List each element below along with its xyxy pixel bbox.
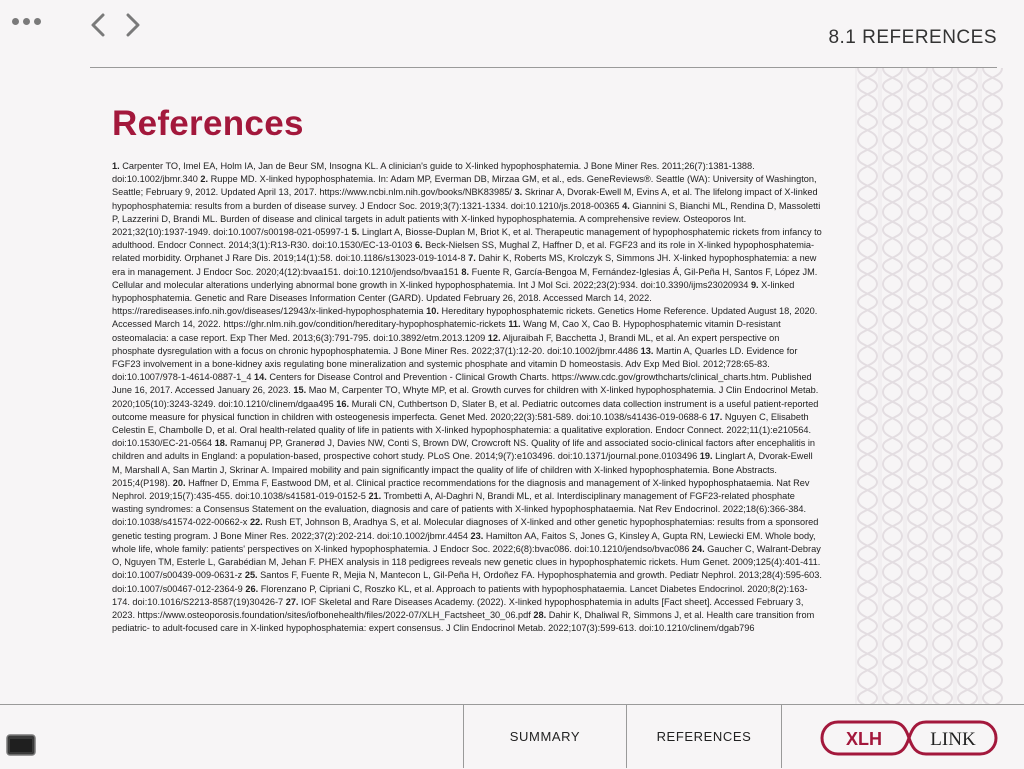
- bottom-divider: [781, 704, 782, 768]
- reference-number: 23.: [470, 530, 484, 541]
- screen-icon[interactable]: [6, 734, 36, 756]
- reference-number: 27.: [285, 596, 299, 607]
- xlh-link-logo: XLH LINK: [820, 720, 998, 756]
- chevron-left-icon[interactable]: [88, 12, 110, 38]
- logo-text-left: XLH: [846, 729, 882, 749]
- reference-number: 9.: [750, 279, 759, 290]
- chevron-right-icon[interactable]: [121, 12, 143, 38]
- reference-number: 2.: [200, 174, 209, 185]
- reference-number: 17.: [709, 411, 723, 422]
- reference-number: 22.: [249, 517, 263, 528]
- top-bar: 8.1 REFERENCES: [0, 0, 1024, 68]
- reference-number: 13.: [640, 345, 654, 356]
- reference-number: 10.: [426, 306, 439, 317]
- reference-number: 11.: [508, 319, 521, 330]
- reference-number: 8.: [461, 266, 470, 277]
- summary-button[interactable]: SUMMARY: [464, 704, 626, 768]
- reference-number: 25.: [244, 570, 258, 581]
- logo-text-right: LINK: [930, 729, 976, 750]
- references-list: 1. Carpenter TO, Imel EA, Holm IA, Jan d…: [112, 160, 824, 635]
- main-content: References 1. Carpenter TO, Imel EA, Hol…: [112, 104, 824, 635]
- reference-number: 3.: [514, 187, 523, 198]
- reference-number: 12.: [487, 332, 501, 343]
- dot: [12, 18, 19, 25]
- reference-number: 20.: [172, 477, 186, 488]
- reference-number: 26.: [245, 583, 259, 594]
- reference-number: 6.: [414, 240, 423, 251]
- reference-number: 14.: [254, 372, 267, 383]
- reference-number: 16.: [336, 398, 350, 409]
- references-button[interactable]: REFERENCES: [627, 704, 781, 768]
- reference-number: 18.: [214, 438, 228, 449]
- decorative-chain-pattern: [855, 68, 1003, 704]
- reference-number: 4.: [622, 200, 630, 211]
- reference-number: 19.: [699, 451, 713, 462]
- section-title: 8.1 REFERENCES: [828, 27, 997, 48]
- reference-number: 7.: [468, 253, 476, 264]
- page-title: References: [112, 104, 304, 143]
- dot: [34, 18, 41, 25]
- dot: [23, 18, 30, 25]
- reference-number: 24.: [691, 543, 705, 554]
- reference-number: 5.: [351, 227, 360, 238]
- reference-number: 28.: [533, 609, 547, 620]
- reference-number: 15.: [293, 385, 307, 396]
- more-dots-icon[interactable]: [12, 18, 41, 25]
- reference-number: 21.: [368, 491, 382, 502]
- reference-number: 1.: [112, 161, 120, 171]
